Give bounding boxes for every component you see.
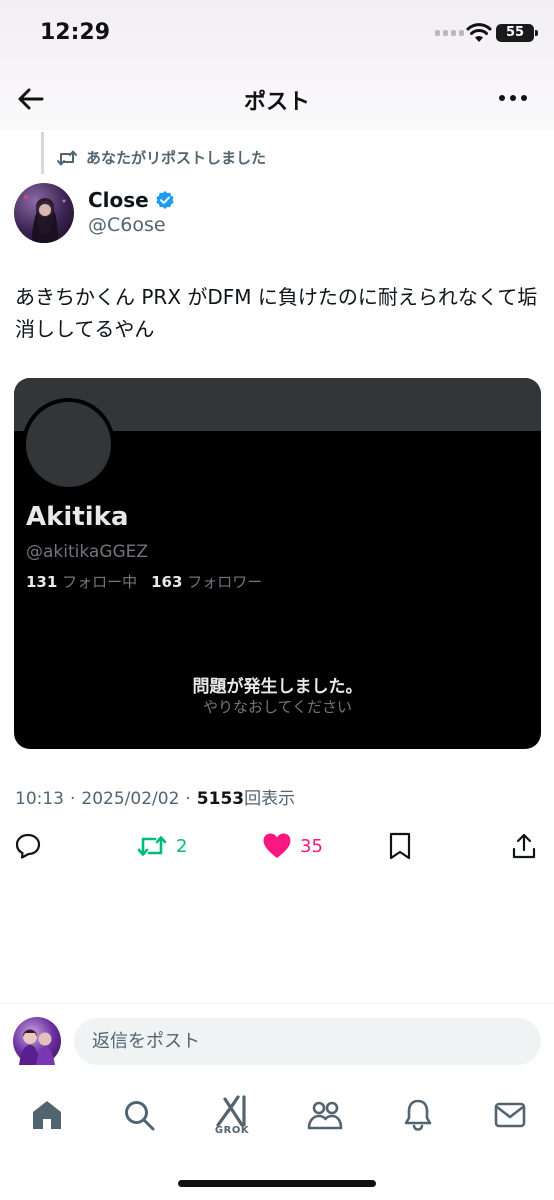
tab-grok[interactable]: GROK [207,1090,257,1140]
divider [0,1003,554,1004]
embedded-profile-card[interactable]: Akitika @akitikaGGEZ 131 フォロー中 163 フォロワー… [14,378,541,749]
tweet-meta: 10:13 · 2025/02/02 · 5153回表示 [15,784,295,809]
home-indicator[interactable] [178,1180,376,1187]
search-icon [125,1101,155,1131]
tweet-time: 10:13 [15,789,64,809]
like-count: 35 [300,835,323,857]
tab-notifications[interactable] [393,1090,443,1140]
retweet-button[interactable]: 2 [136,826,187,866]
repost-label: あなたがリポストしました [86,149,267,167]
tweet-date: 2025/02/02 [81,789,180,809]
page-title: ポスト [243,90,310,115]
following-stat: 131 フォロー中 [26,571,137,592]
author-handle[interactable]: @C6ose [88,214,166,236]
retweet-count: 2 [176,835,188,857]
reply-icon [15,833,41,859]
mail-icon [494,1102,526,1128]
tab-messages[interactable] [485,1090,535,1140]
grok-label: GROK [214,1124,250,1136]
followers-label: フォロワー [187,573,263,591]
share-icon [512,833,536,859]
error-title: 問題が発生しました。 [192,677,363,697]
nav-bar: ポスト [0,68,554,130]
avatar[interactable] [14,183,74,243]
heart-icon [263,833,291,858]
tab-bar: GROK [0,1090,554,1150]
tab-communities[interactable] [300,1090,350,1140]
repost-icon [57,150,77,165]
wifi-icon [466,23,492,42]
retweet-icon [137,836,167,856]
more-icon[interactable] [494,84,532,112]
bookmark-button[interactable] [386,826,414,866]
following-count: 131 [26,573,58,591]
profile-name: Akitika [26,502,129,532]
tab-home[interactable] [22,1090,72,1140]
status-bar: 12:29 55 [0,0,554,68]
verified-badge-icon [156,191,174,209]
repost-context: あなたがリポストしました [56,147,266,168]
battery-icon: 55 [496,24,538,42]
profile-handle: @akitikaGGEZ [26,542,149,562]
action-bar: 2 35 [0,826,554,866]
meta-separator: · [70,789,76,809]
thread-line [41,132,44,174]
profile-avatar-placeholder [22,398,115,491]
grok-icon [216,1094,246,1127]
like-button[interactable]: 35 [262,826,323,866]
followers-stat: 163 フォロワー [151,571,262,592]
reply-button[interactable] [14,826,42,866]
tweet-text: あきちかくん PRX がDFM に負けたのに耐えられなくて垢消ししてるやん [15,285,538,341]
following-label: フォロー中 [62,573,138,591]
tab-search[interactable] [114,1090,164,1140]
home-icon [33,1101,61,1129]
view-count: 5153 [196,789,245,809]
share-button[interactable] [510,826,538,866]
meta-separator: · [185,789,191,809]
status-time: 12:29 [40,20,111,45]
view-count-group[interactable]: 5153回表示 [197,784,295,809]
cellular-signal-icon [435,30,464,36]
retry-link[interactable]: やりなおしてください [14,696,541,717]
bookmark-icon [389,832,411,860]
profile-stats: 131 フォロー中 163 フォロワー [26,571,262,592]
communities-icon [307,1101,343,1130]
author-name[interactable]: Close [88,188,175,212]
followers-count: 163 [151,573,183,591]
reply-input[interactable]: 返信をポスト [74,1018,541,1065]
view-label: 回表示 [244,789,296,809]
bell-icon [404,1099,432,1131]
author-name-text: Close [88,188,149,212]
my-avatar[interactable] [13,1017,61,1065]
